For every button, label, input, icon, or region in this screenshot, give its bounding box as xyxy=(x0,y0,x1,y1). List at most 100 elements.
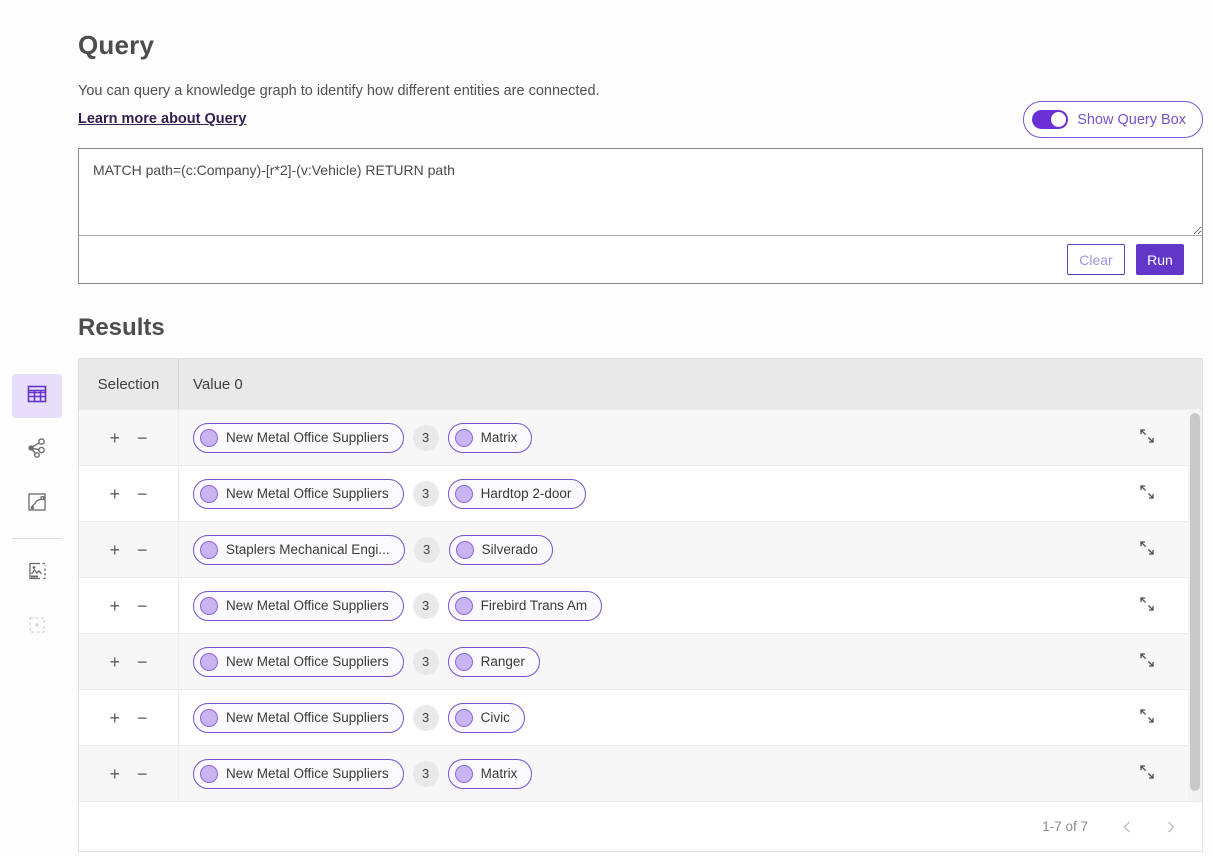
selection-cell: + − xyxy=(79,578,179,633)
remove-selection-button[interactable]: − xyxy=(135,763,150,785)
tool-path-view[interactable] xyxy=(12,482,62,526)
results-view-toolbar xyxy=(12,374,62,649)
value-cell: New Metal Office Suppliers 3 Civic xyxy=(179,690,1202,745)
vertex-dot-icon xyxy=(200,597,218,615)
run-button[interactable]: Run xyxy=(1136,244,1184,275)
tool-image-view[interactable] xyxy=(12,551,62,595)
remove-selection-button[interactable]: − xyxy=(135,707,150,729)
value-cell: New Metal Office Suppliers 3 Matrix xyxy=(179,410,1202,465)
source-entity-chip[interactable]: New Metal Office Suppliers xyxy=(193,591,404,621)
expand-row-icon[interactable] xyxy=(1136,593,1158,618)
target-entity-chip[interactable]: Matrix xyxy=(448,759,533,789)
toolbar-divider xyxy=(12,538,62,539)
target-entity-chip[interactable]: Ranger xyxy=(448,647,540,677)
source-entity-chip[interactable]: New Metal Office Suppliers xyxy=(193,647,404,677)
value-cell: New Metal Office Suppliers 3 Firebird Tr… xyxy=(179,578,1202,633)
add-selection-button[interactable]: + xyxy=(107,539,122,561)
query-actions: Clear Run xyxy=(79,236,1202,283)
toggle-label: Show Query Box xyxy=(1077,112,1186,128)
source-entity-chip[interactable]: Staplers Mechanical Engi... xyxy=(193,535,405,565)
previous-page-icon[interactable] xyxy=(1118,816,1136,838)
table-header: Selection Value 0 xyxy=(79,359,1202,409)
source-entity-chip[interactable]: New Metal Office Suppliers xyxy=(193,703,404,733)
selection-cell: + − xyxy=(79,634,179,689)
tool-table-view[interactable] xyxy=(12,374,62,418)
intro-section: You can query a knowledge graph to ident… xyxy=(78,83,1203,128)
vertex-dot-icon xyxy=(200,653,218,671)
table-scrollbar-thumb[interactable] xyxy=(1190,413,1200,791)
hop-count-badge: 3 xyxy=(413,761,439,787)
table-row: + − New Metal Office Suppliers 3 Matrix xyxy=(79,745,1202,801)
selection-cell: + − xyxy=(79,410,179,465)
source-entity-chip[interactable]: New Metal Office Suppliers xyxy=(193,423,404,453)
expand-row-icon[interactable] xyxy=(1136,761,1158,786)
path-view-icon xyxy=(26,491,48,518)
table-row: + − Staplers Mechanical Engi... 3 Silver… xyxy=(79,521,1202,577)
show-query-box-toggle[interactable]: Show Query Box xyxy=(1023,101,1203,138)
column-header-selection: Selection xyxy=(79,359,179,409)
table-row: + − New Metal Office Suppliers 3 Matrix xyxy=(79,409,1202,465)
expand-row-icon[interactable] xyxy=(1136,537,1158,562)
tool-selection-view[interactable] xyxy=(12,605,62,649)
vertex-dot-icon xyxy=(200,485,218,503)
query-page: Query You can query a knowledge graph to… xyxy=(78,30,1203,852)
target-entity-chip[interactable]: Matrix xyxy=(448,423,533,453)
vertex-dot-icon xyxy=(456,541,474,559)
table-row: + − New Metal Office Suppliers 3 Civic xyxy=(79,689,1202,745)
source-entity-chip[interactable]: New Metal Office Suppliers xyxy=(193,479,404,509)
add-selection-button[interactable]: + xyxy=(107,651,122,673)
expand-row-icon[interactable] xyxy=(1136,705,1158,730)
target-entity-chip[interactable]: Silverado xyxy=(449,535,553,565)
toggle-switch-icon[interactable] xyxy=(1032,110,1068,129)
graph-view-icon xyxy=(26,437,48,464)
hop-count-badge: 3 xyxy=(414,537,440,563)
table-row: + − New Metal Office Suppliers 3 Hardtop… xyxy=(79,465,1202,521)
remove-selection-button[interactable]: − xyxy=(135,539,150,561)
next-page-icon[interactable] xyxy=(1162,816,1180,838)
value-cell: New Metal Office Suppliers 3 Hardtop 2-d… xyxy=(179,466,1202,521)
results-title: Results xyxy=(78,314,1203,342)
table-view-icon xyxy=(25,382,49,411)
expand-row-icon[interactable] xyxy=(1136,649,1158,674)
expand-row-icon[interactable] xyxy=(1136,481,1158,506)
vertex-dot-icon xyxy=(200,709,218,727)
add-selection-button[interactable]: + xyxy=(107,427,122,449)
add-selection-button[interactable]: + xyxy=(107,595,122,617)
target-entity-chip[interactable]: Firebird Trans Am xyxy=(448,591,603,621)
vertex-dot-icon xyxy=(200,765,218,783)
remove-selection-button[interactable]: − xyxy=(135,651,150,673)
add-selection-button[interactable]: + xyxy=(107,483,122,505)
value-cell: New Metal Office Suppliers 3 Ranger xyxy=(179,634,1202,689)
query-input[interactable]: MATCH path=(c:Company)-[r*2]-(v:Vehicle)… xyxy=(79,149,1202,236)
selection-cell: + − xyxy=(79,746,179,801)
value-cell: New Metal Office Suppliers 3 Matrix xyxy=(179,746,1202,801)
remove-selection-button[interactable]: − xyxy=(135,427,150,449)
target-entity-chip[interactable]: Hardtop 2-door xyxy=(448,479,587,509)
remove-selection-button[interactable]: − xyxy=(135,595,150,617)
page-description: You can query a knowledge graph to ident… xyxy=(78,83,1203,99)
source-entity-chip[interactable]: New Metal Office Suppliers xyxy=(193,759,404,789)
learn-more-link[interactable]: Learn more about Query xyxy=(78,111,246,127)
add-selection-button[interactable]: + xyxy=(107,707,122,729)
vertex-dot-icon xyxy=(455,597,473,615)
page-title: Query xyxy=(78,30,1203,61)
table-row: + − New Metal Office Suppliers 3 Firebir… xyxy=(79,577,1202,633)
table-scrollbar-track[interactable] xyxy=(1188,409,1202,801)
remove-selection-button[interactable]: − xyxy=(135,483,150,505)
selection-cell: + − xyxy=(79,690,179,745)
vertex-dot-icon xyxy=(455,429,473,447)
expand-row-icon[interactable] xyxy=(1136,425,1158,450)
table-row: + − New Metal Office Suppliers 3 Ranger xyxy=(79,633,1202,689)
query-box: MATCH path=(c:Company)-[r*2]-(v:Vehicle)… xyxy=(78,148,1203,284)
vertex-dot-icon xyxy=(455,653,473,671)
pagination-range: 1-7 of 7 xyxy=(1042,819,1088,834)
hop-count-badge: 3 xyxy=(413,593,439,619)
clear-button[interactable]: Clear xyxy=(1067,244,1125,275)
hop-count-badge: 3 xyxy=(413,649,439,675)
add-selection-button[interactable]: + xyxy=(107,763,122,785)
tool-graph-view[interactable] xyxy=(12,428,62,472)
target-entity-chip[interactable]: Civic xyxy=(448,703,525,733)
column-header-value0: Value 0 xyxy=(179,359,1202,409)
selection-cell: + − xyxy=(79,466,179,521)
image-view-icon xyxy=(26,560,48,587)
